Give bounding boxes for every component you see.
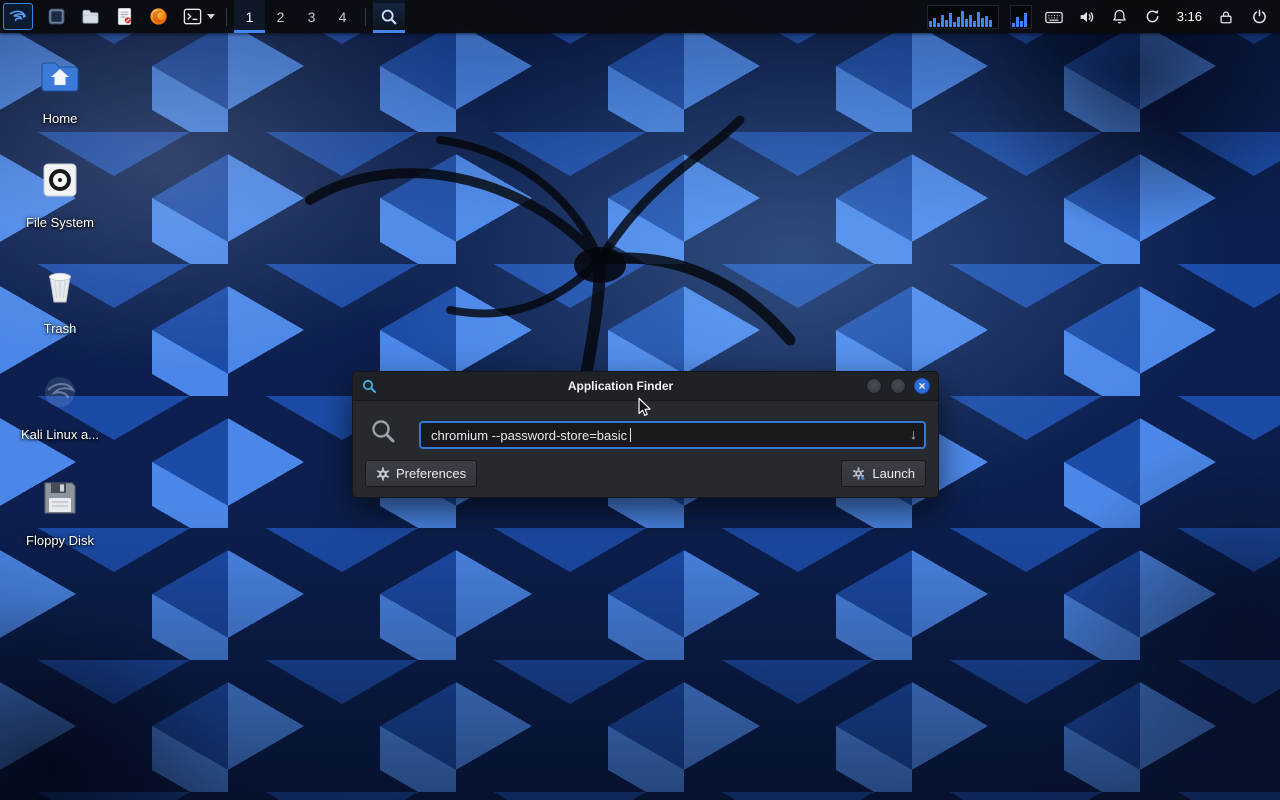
desktop-icon-label: Trash: [44, 321, 77, 336]
hard-drive-icon: [8, 156, 112, 208]
minimize-button[interactable]: [866, 378, 882, 394]
floppy-disk-icon: [8, 474, 112, 526]
application-finder-icon: [361, 378, 377, 394]
history-dropdown-arrow-icon[interactable]: ↓: [910, 426, 917, 442]
workspace-4[interactable]: 4: [327, 0, 358, 33]
home-folder-icon: [8, 52, 112, 104]
maximize-button[interactable]: [890, 378, 906, 394]
panel-separator: [226, 8, 227, 26]
logout-power-icon[interactable]: [1248, 6, 1270, 28]
desktop-icon-home[interactable]: Home: [8, 52, 112, 128]
firefox-launcher[interactable]: [145, 0, 171, 33]
updates-icon[interactable]: [1142, 6, 1164, 28]
desktop-icon-file-system[interactable]: File System: [8, 156, 112, 232]
terminal-dropdown-chevron-icon[interactable]: [207, 14, 215, 19]
top-panel: 1 2 3 4: [0, 0, 1280, 33]
keyboard-icon[interactable]: [1043, 6, 1065, 28]
desktop-icon-label: Home: [43, 111, 78, 126]
close-icon: ×: [918, 380, 925, 392]
applications-menu-button[interactable]: [3, 3, 33, 30]
panel-separator: [365, 8, 366, 26]
desktop: Home File System Trash: [0, 0, 1280, 800]
cpu-graph-widget[interactable]: [927, 5, 999, 29]
net-graph-bars: [1012, 7, 1030, 27]
desktop-icon-label: Floppy Disk: [26, 533, 94, 548]
desktop-icon-label: Kali Linux a...: [21, 427, 99, 442]
window-launcher[interactable]: [43, 0, 69, 33]
search-icon: [369, 417, 397, 445]
folder-icon: [80, 6, 101, 27]
cpu-graph-bars: [929, 7, 997, 27]
close-button[interactable]: ×: [914, 378, 930, 394]
kali-menu-icon: [8, 7, 28, 27]
workspace-3[interactable]: 3: [296, 0, 327, 33]
text-editor-icon: [114, 6, 135, 27]
taskbar-application-finder-button[interactable]: [373, 0, 405, 33]
notifications-bell-icon[interactable]: [1109, 6, 1131, 28]
window-title: Application Finder: [393, 379, 848, 393]
quick-launchers: [39, 0, 219, 33]
workspace-switcher: 1 2 3 4: [234, 0, 358, 33]
workspace-label: 1: [246, 9, 254, 25]
search-icon: [379, 7, 399, 27]
firefox-icon: [148, 6, 169, 27]
preferences-button[interactable]: Preferences: [365, 460, 477, 487]
net-graph-widget[interactable]: [1010, 5, 1032, 29]
trash-icon: [8, 262, 112, 314]
workspace-2[interactable]: 2: [265, 0, 296, 33]
launch-button-label: Launch: [872, 466, 915, 481]
desktop-icon-label: File System: [26, 215, 94, 230]
desktop-icon-trash[interactable]: Trash: [8, 262, 112, 338]
search-query-text: chromium --password-store=basic: [431, 428, 627, 443]
system-tray: 3:16: [927, 0, 1280, 33]
workspace-label: 2: [277, 9, 285, 25]
gear-icon: [376, 467, 390, 481]
workspace-label: 3: [308, 9, 316, 25]
volume-icon[interactable]: [1076, 6, 1098, 28]
text-caret: [630, 428, 631, 442]
workspace-label: 4: [339, 9, 347, 25]
search-input[interactable]: chromium --password-store=basic ↓: [419, 421, 926, 449]
desktop-icon-kali-docs[interactable]: Kali Linux a...: [8, 368, 112, 444]
terminal-icon: [182, 6, 203, 27]
desktop-icon-floppy-disk[interactable]: Floppy Disk: [8, 474, 112, 550]
application-finder-window: Application Finder × chromium --password…: [352, 371, 939, 498]
titlebar[interactable]: Application Finder ×: [353, 372, 938, 401]
window-controls: ×: [866, 378, 930, 394]
workspace-1[interactable]: 1: [234, 0, 265, 33]
launch-icon: [852, 467, 866, 481]
lock-icon[interactable]: [1215, 6, 1237, 28]
window-icon: [46, 6, 67, 27]
kali-logo-icon: [8, 368, 112, 420]
text-editor-launcher[interactable]: [111, 0, 137, 33]
clock[interactable]: 3:16: [1175, 9, 1204, 24]
file-manager-launcher[interactable]: [77, 0, 103, 33]
terminal-launcher[interactable]: [179, 0, 205, 33]
preferences-button-label: Preferences: [396, 466, 466, 481]
launch-button[interactable]: Launch: [841, 460, 926, 487]
